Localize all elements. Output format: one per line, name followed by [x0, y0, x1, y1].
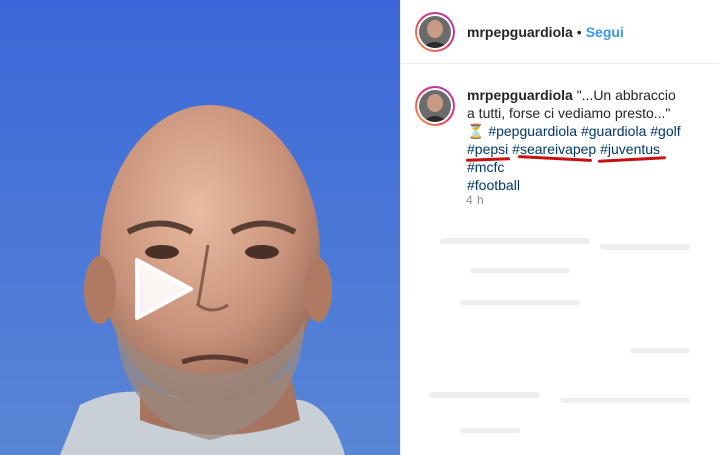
blurred-comment: [600, 244, 690, 250]
post-timestamp: 4 h: [466, 193, 485, 207]
caption-username-link[interactable]: mrpepguardiola: [467, 87, 573, 103]
play-icon[interactable]: [133, 256, 195, 322]
avatar-image: [419, 15, 451, 48]
blurred-comment: [460, 428, 520, 433]
caption-avatar-image: [419, 90, 451, 122]
blurred-comment: [470, 268, 570, 273]
hashtag-link[interactable]: #pepguardiola: [488, 123, 577, 139]
blurred-comment: [460, 300, 580, 305]
caption-story-ring[interactable]: [415, 86, 455, 126]
hashtag-link[interactable]: #football: [467, 177, 520, 193]
separator-dot: •: [576, 23, 582, 40]
hashtag-link-juventus[interactable]: #juventus: [600, 141, 660, 157]
blurred-comment: [560, 398, 690, 403]
hourglass-icon: ⏳: [467, 123, 485, 139]
hashtag-link-pepsi[interactable]: #pepsi: [467, 141, 508, 157]
avatar[interactable]: [419, 15, 451, 48]
caption-avatar[interactable]: [419, 90, 451, 122]
blurred-comment: [440, 238, 590, 244]
blurred-comment: [430, 392, 540, 398]
hashtag-link[interactable]: #guardiola: [581, 123, 646, 139]
header-username-link[interactable]: mrpepguardiola: [467, 24, 573, 40]
post-side-panel: mrpepguardiola • Segui mrpepguardiola ".…: [400, 0, 719, 455]
video-frame: [0, 0, 400, 455]
post-video[interactable]: [0, 0, 400, 455]
hashtag-link[interactable]: #golf: [650, 123, 680, 139]
caption-text-block: mrpepguardiola "...Un abbraccio a tutti,…: [467, 86, 687, 194]
follow-button[interactable]: Segui: [586, 24, 624, 40]
caption: mrpepguardiola "...Un abbraccio a tutti,…: [415, 86, 687, 194]
blurred-comment: [630, 348, 690, 353]
post-header: mrpepguardiola • Segui: [401, 0, 719, 64]
story-ring[interactable]: [415, 11, 455, 52]
